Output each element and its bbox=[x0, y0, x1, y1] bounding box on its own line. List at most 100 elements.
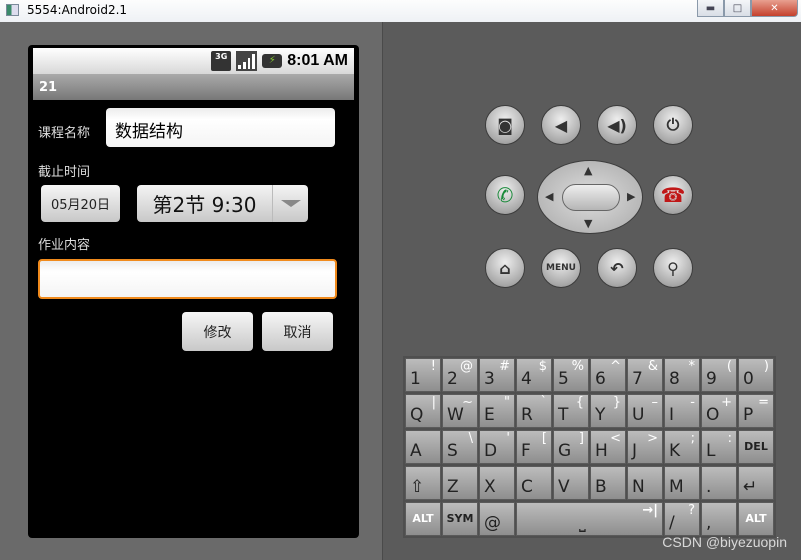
dpad-up-icon[interactable]: ▲ bbox=[584, 164, 592, 177]
key-1-6[interactable]: U – bbox=[627, 394, 663, 428]
key-2-4[interactable]: G] bbox=[553, 430, 589, 464]
key-3-2[interactable]: X bbox=[479, 466, 515, 500]
key-label: M bbox=[669, 477, 684, 497]
key-3-4[interactable]: V bbox=[553, 466, 589, 500]
key-space[interactable]: →| ⎵ bbox=[516, 502, 663, 536]
key-alt-label: : bbox=[727, 431, 732, 446]
course-input[interactable]: 数据结构 bbox=[106, 108, 335, 147]
search-button[interactable]: ⚲ bbox=[653, 248, 693, 288]
key-comma[interactable]: , bbox=[701, 502, 737, 536]
key-label: 3 bbox=[484, 369, 495, 389]
dpad-left-icon[interactable]: ◀ bbox=[545, 190, 553, 203]
key-label: 8 bbox=[669, 369, 680, 389]
dpad[interactable]: ▲ ▼ ◀ ▶ bbox=[537, 160, 643, 234]
key-1-3[interactable]: R ` bbox=[516, 394, 552, 428]
volume-down-button[interactable]: ◀ bbox=[541, 105, 581, 145]
camera-button[interactable]: ◙ bbox=[485, 105, 525, 145]
key-alt-label: ? bbox=[688, 503, 695, 518]
key-1-1[interactable]: W ~ bbox=[442, 394, 478, 428]
close-button[interactable]: ✕ bbox=[751, 0, 798, 17]
key-0-1[interactable]: 2 @ bbox=[442, 358, 478, 392]
key-3-0[interactable]: ⇧ bbox=[405, 466, 441, 500]
key-1-0[interactable]: Q | bbox=[405, 394, 441, 428]
key-2-0[interactable]: A bbox=[405, 430, 441, 464]
key-alt-left[interactable]: ALT bbox=[405, 502, 441, 536]
key-2-6[interactable]: J > bbox=[627, 430, 663, 464]
key-2-1[interactable]: S \ bbox=[442, 430, 478, 464]
key-3-6[interactable]: N bbox=[627, 466, 663, 500]
key-alt-label: { bbox=[575, 395, 584, 410]
key-sym[interactable]: SYM bbox=[442, 502, 478, 536]
cancel-button[interactable]: 取消 bbox=[262, 312, 333, 351]
dpad-center-button[interactable] bbox=[562, 184, 620, 211]
hardware-keyboard: ALT SYM @ →| ⎵ /? , ALT 1! 2 @3 #4 $5% 6 ^ 7 & 8 * 9… bbox=[403, 356, 776, 538]
key-2-2[interactable]: D ' bbox=[479, 430, 515, 464]
key-3-8[interactable]: . bbox=[701, 466, 737, 500]
status-bar: 3G ⚡ 8:01 AM bbox=[33, 48, 354, 74]
key-2-5[interactable]: H < bbox=[590, 430, 626, 464]
dpad-down-icon[interactable]: ▼ bbox=[584, 217, 592, 230]
key-1-7[interactable]: I- bbox=[664, 394, 700, 428]
key-0-6[interactable]: 7 & bbox=[627, 358, 663, 392]
dropdown-arrow-icon[interactable] bbox=[272, 185, 308, 222]
key-2-8[interactable]: L: bbox=[701, 430, 737, 464]
key-0-8[interactable]: 9( bbox=[701, 358, 737, 392]
key-slash[interactable]: /? bbox=[664, 502, 700, 536]
menu-button[interactable]: MENU bbox=[541, 248, 581, 288]
minimize-button[interactable]: ▬ bbox=[697, 0, 724, 17]
key-label: SYM bbox=[446, 512, 474, 525]
key-alt-label: ~ bbox=[462, 395, 473, 410]
key-1-5[interactable]: Y} bbox=[590, 394, 626, 428]
key-3-1[interactable]: Z bbox=[442, 466, 478, 500]
power-button[interactable]: ⏻ bbox=[653, 105, 693, 145]
key-label: / bbox=[669, 513, 675, 533]
key-label: , bbox=[706, 513, 712, 533]
key-at[interactable]: @ bbox=[479, 502, 515, 536]
key-label: T bbox=[558, 405, 569, 425]
key-2-7[interactable]: K; bbox=[664, 430, 700, 464]
key-0-0[interactable]: 1! bbox=[405, 358, 441, 392]
key-1-4[interactable]: T{ bbox=[553, 394, 589, 428]
back-button[interactable]: ↶ bbox=[597, 248, 637, 288]
key-3-9[interactable]: ↵ bbox=[738, 466, 774, 500]
key-1-2[interactable]: E " bbox=[479, 394, 515, 428]
key-0-9[interactable]: 0) bbox=[738, 358, 774, 392]
key-label: @ bbox=[484, 513, 501, 533]
call-button[interactable]: ✆ bbox=[485, 175, 525, 215]
key-1-8[interactable]: O + bbox=[701, 394, 737, 428]
key-label: K bbox=[669, 441, 681, 461]
key-1-9[interactable]: P = bbox=[738, 394, 774, 428]
key-alt-label: [ bbox=[541, 431, 547, 446]
home-button[interactable]: ⌂ bbox=[485, 248, 525, 288]
volume-up-button[interactable]: ◀) bbox=[597, 105, 637, 145]
status-time: 8:01 AM bbox=[287, 52, 348, 69]
date-button[interactable]: 05月20日 bbox=[41, 185, 120, 222]
course-label: 课程名称 bbox=[38, 126, 91, 141]
key-0-2[interactable]: 3 # bbox=[479, 358, 515, 392]
key-alt-label: $ bbox=[538, 359, 547, 374]
device-frame: 3G ⚡ 8:01 AM 21 课程名称 数据结构 截止时间 05月20日 第2… bbox=[0, 22, 383, 560]
modify-button[interactable]: 修改 bbox=[182, 312, 253, 351]
key-alt-label: # bbox=[499, 359, 510, 374]
key-alt-label: + bbox=[721, 395, 732, 410]
volume-down-icon: ◀ bbox=[554, 115, 568, 135]
key-3-5[interactable]: B bbox=[590, 466, 626, 500]
key-alt-label: ; bbox=[690, 431, 695, 446]
key-0-4[interactable]: 5% bbox=[553, 358, 589, 392]
maximize-button[interactable]: □ bbox=[724, 0, 751, 17]
key-label: J bbox=[632, 441, 638, 461]
key-3-7[interactable]: M bbox=[664, 466, 700, 500]
end-call-button[interactable]: ☎ bbox=[653, 175, 693, 215]
content-input[interactable] bbox=[38, 259, 337, 299]
key-alt-right[interactable]: ALT bbox=[738, 502, 774, 536]
key-0-3[interactable]: 4 $ bbox=[516, 358, 552, 392]
key-0-5[interactable]: 6 ^ bbox=[590, 358, 626, 392]
key-3-3[interactable]: C bbox=[516, 466, 552, 500]
key-label: ⇧ bbox=[410, 477, 425, 497]
time-slot-spinner[interactable]: 第2节 9:30 bbox=[137, 185, 308, 222]
dpad-right-icon[interactable]: ▶ bbox=[627, 190, 635, 203]
key-0-7[interactable]: 8 * bbox=[664, 358, 700, 392]
key-2-9[interactable]: DEL bbox=[738, 430, 774, 464]
key-2-3[interactable]: F[ bbox=[516, 430, 552, 464]
key-label: ALT bbox=[412, 512, 434, 525]
